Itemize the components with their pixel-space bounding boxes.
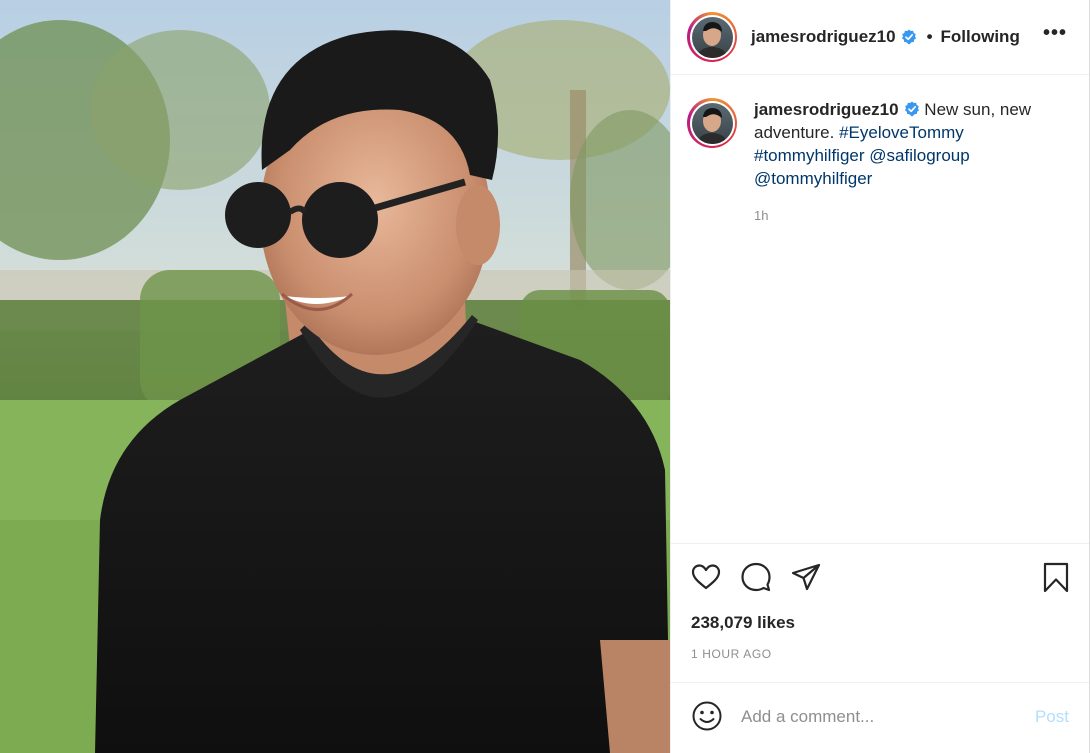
like-button[interactable]: [690, 561, 722, 593]
avatar: [691, 16, 733, 58]
avatar-photo-icon: [695, 107, 729, 144]
post-timestamp[interactable]: 1 HOUR AGO: [691, 647, 772, 661]
header-avatar[interactable]: [687, 12, 737, 62]
header-separator: •: [926, 27, 933, 46]
post-header: jamesrodriguez10 • Following •••: [671, 0, 1089, 75]
ellipsis-icon: •••: [1043, 22, 1068, 44]
paper-plane-icon: [791, 563, 821, 591]
avatar: [691, 102, 733, 144]
post-photo[interactable]: [0, 0, 670, 753]
avatar-photo-icon: [695, 21, 729, 58]
share-button[interactable]: [790, 561, 822, 593]
heart-icon: [691, 564, 721, 590]
post-actions: [671, 543, 1089, 608]
header-username[interactable]: jamesrodriguez10: [751, 27, 896, 47]
post-caption: jamesrodriguez10 New sun, new adventure.…: [687, 98, 1073, 227]
post-side-panel: jamesrodriguez10 • Following ••• jamesro…: [670, 0, 1090, 753]
save-button[interactable]: [1040, 561, 1072, 593]
following-button[interactable]: Following: [941, 27, 1020, 47]
mention-link[interactable]: @tommyhilfiger: [754, 169, 872, 188]
comment-form: Post: [671, 682, 1089, 753]
verified-badge-icon: [901, 29, 916, 45]
caption-body: jamesrodriguez10 New sun, new adventure.…: [754, 98, 1054, 227]
comment-input[interactable]: [741, 703, 1011, 731]
caption-avatar[interactable]: [687, 98, 737, 148]
post-comment-button[interactable]: Post: [1035, 707, 1069, 727]
hashtag-link[interactable]: #tommyhilfiger: [754, 146, 865, 165]
smiley-icon: [692, 701, 722, 731]
emoji-button[interactable]: [691, 700, 723, 732]
caption-timestamp[interactable]: 1h: [754, 204, 1054, 227]
comment-button[interactable]: [740, 561, 772, 593]
photo-illustration: [0, 0, 670, 753]
bookmark-icon: [1043, 562, 1069, 593]
comment-bubble-icon: [741, 562, 771, 592]
mention-link[interactable]: @safilogroup: [869, 146, 969, 165]
more-options-button[interactable]: •••: [1043, 23, 1066, 46]
hashtag-link[interactable]: #EyeloveTommy: [839, 123, 964, 142]
verified-badge-icon: [904, 101, 919, 117]
caption-username[interactable]: jamesrodriguez10: [754, 100, 899, 119]
likes-count[interactable]: 238,079 likes: [691, 613, 795, 633]
